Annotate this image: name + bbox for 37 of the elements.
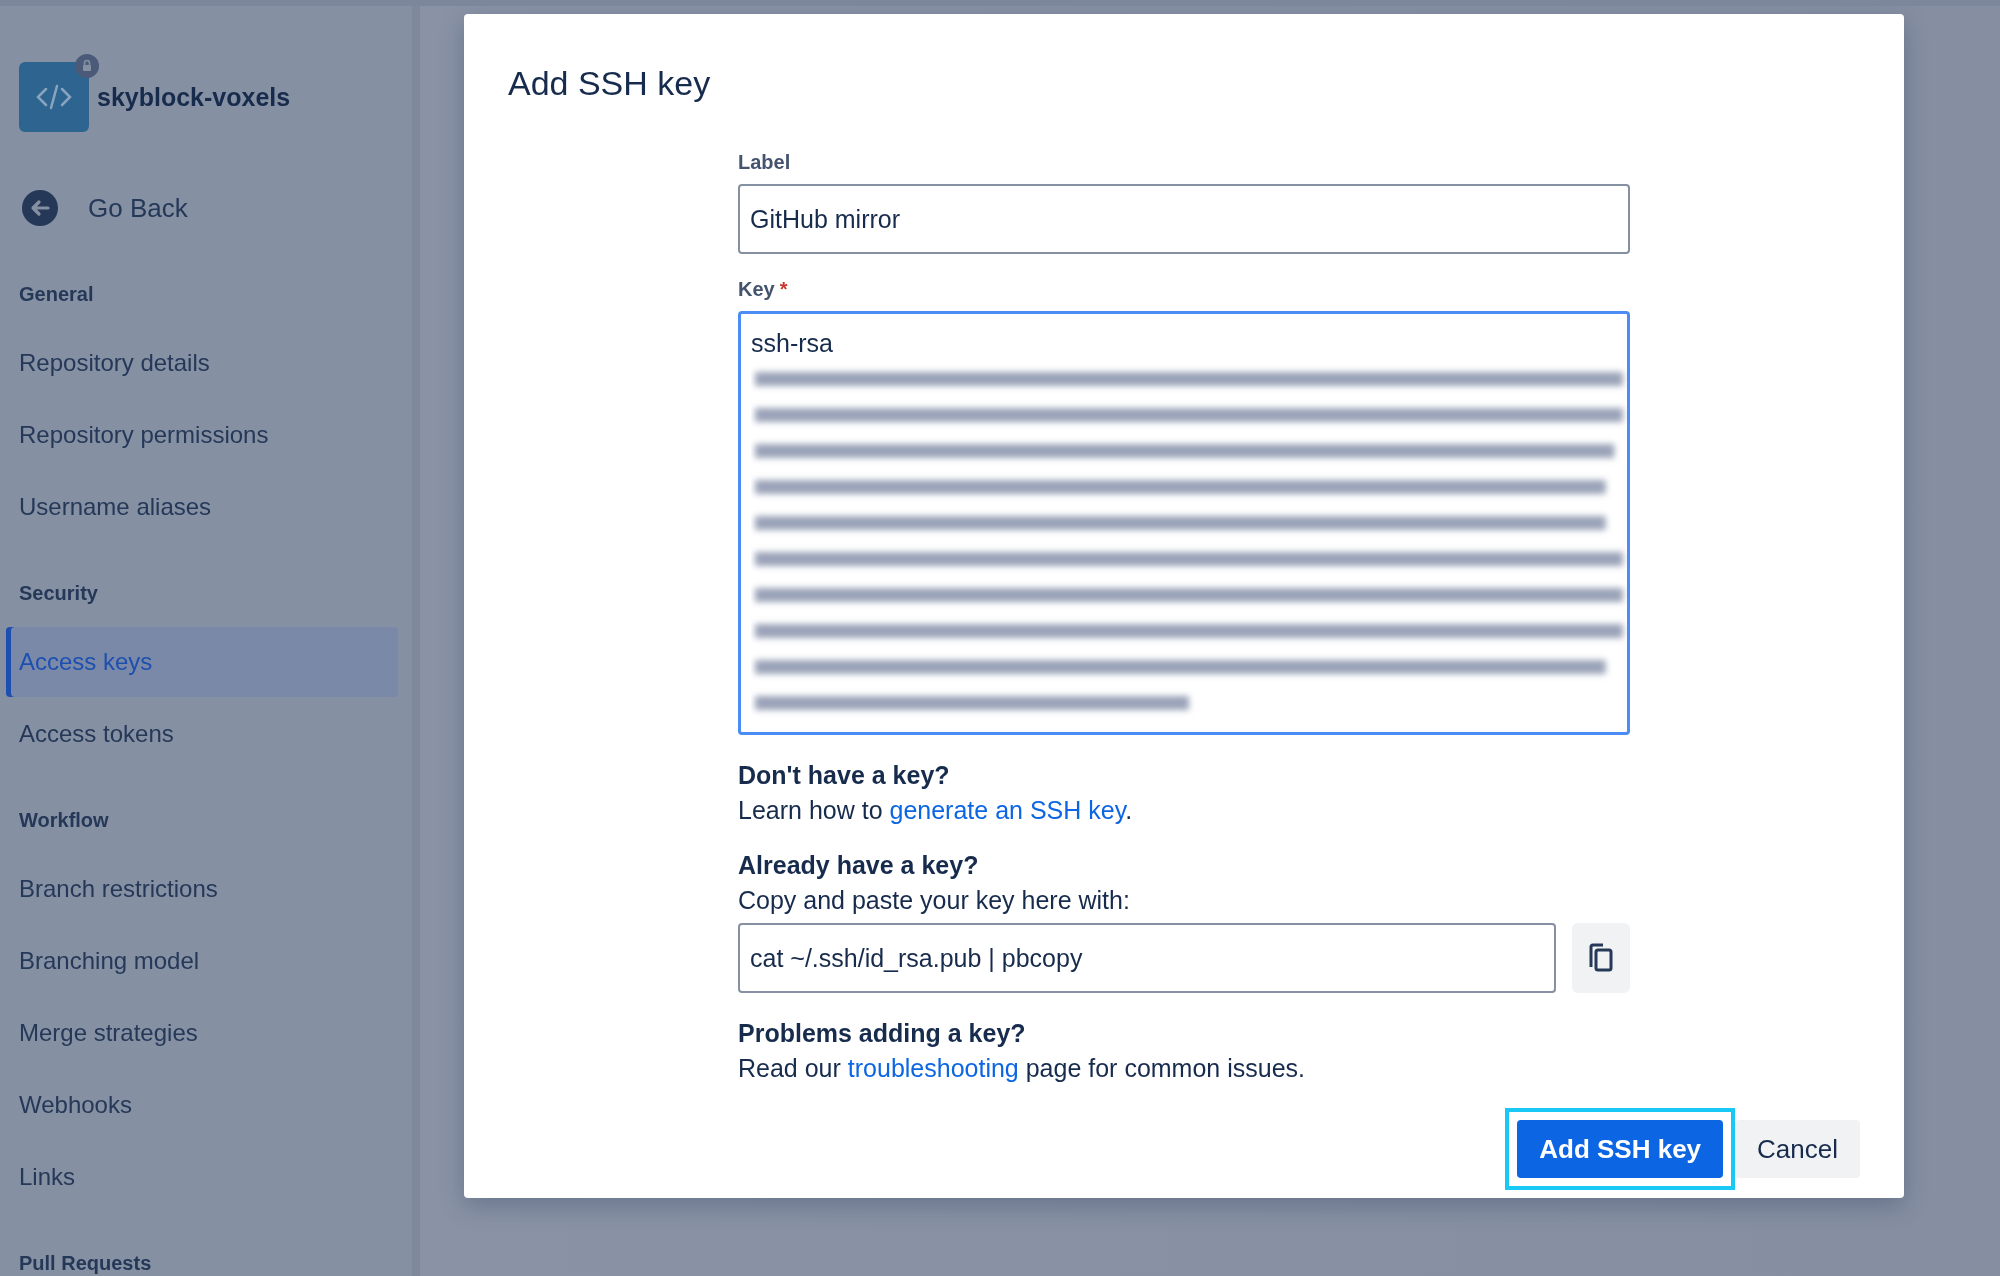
key-field[interactable]: ssh-rsa — [738, 311, 1630, 735]
required-mark: * — [779, 278, 788, 301]
help-text: Read our troubleshooting page for common issues. — [738, 1054, 1306, 1083]
sidebar-item[interactable]: Username aliases — [6, 472, 398, 542]
dialog-title: Add SSH key — [508, 64, 712, 103]
help-text: Learn how to generate an SSH key. — [738, 796, 1134, 825]
sidebar-item[interactable]: Branch restrictions — [6, 854, 398, 924]
sidebar-item[interactable]: Access tokens — [6, 699, 398, 769]
sidebar-item[interactable]: Access keys — [6, 627, 398, 697]
field-label: Key — [738, 278, 775, 301]
copy-button[interactable] — [1572, 923, 1630, 993]
repository-name: skyblock-voxels — [97, 82, 291, 112]
copy-icon — [1588, 943, 1614, 973]
section-heading: Pull Requests — [19, 1252, 153, 1275]
sidebar-item[interactable]: Merge strategies — [6, 998, 398, 1068]
cancel-button[interactable]: Cancel — [1735, 1120, 1860, 1178]
code-icon — [19, 62, 89, 132]
go-back-link[interactable]: Go Back — [22, 190, 398, 226]
section-heading: Security — [19, 582, 99, 605]
label-field[interactable]: GitHub mirror — [738, 184, 1630, 254]
sidebar-item[interactable]: Branching model — [6, 926, 398, 996]
section-heading: General — [19, 283, 95, 306]
sidebar-item[interactable]: Repository details — [6, 328, 398, 398]
help-heading: Problems adding a key? — [738, 1019, 1027, 1048]
section-heading: Workflow — [19, 809, 110, 832]
sidebar-item[interactable]: Repository permissions — [6, 400, 398, 470]
add-button[interactable]: Add SSH key — [1517, 1120, 1724, 1178]
command-field[interactable]: cat ~/.ssh/id_rsa.pub | pbcopy — [738, 923, 1556, 993]
help-text: Copy and paste your key here with: — [738, 886, 1131, 915]
help-heading: Don't have a key? — [738, 761, 951, 790]
sidebar-item[interactable]: Links — [6, 1142, 398, 1212]
field-label: Label — [738, 151, 792, 174]
help-heading: Already have a key? — [738, 851, 980, 880]
help-link[interactable]: generate an SSH key — [889, 796, 1126, 824]
help-link[interactable]: troubleshooting — [847, 1054, 1019, 1082]
sidebar-item[interactable]: Webhooks — [6, 1070, 398, 1140]
arrow-left-icon — [22, 190, 58, 226]
